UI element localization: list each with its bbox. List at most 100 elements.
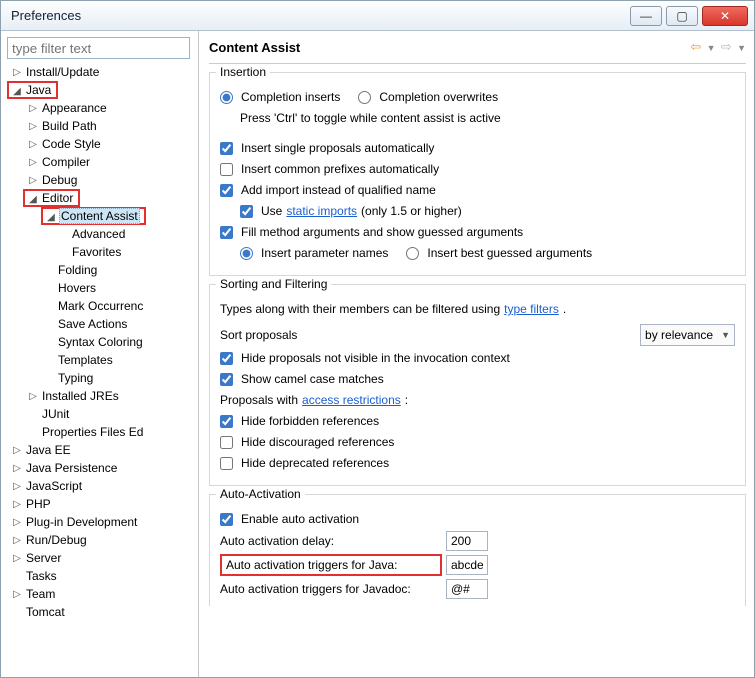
enable-auto-checkbox[interactable]	[220, 513, 233, 526]
access-restrictions-link[interactable]: access restrictions	[302, 393, 401, 407]
chevron-down-icon[interactable]: ◢	[11, 85, 23, 97]
tree-item-server[interactable]: Server	[25, 551, 62, 565]
static-imports-link[interactable]: static imports	[286, 204, 357, 218]
tree-item-typing[interactable]: Typing	[57, 371, 94, 385]
tree-item-templates[interactable]: Templates	[57, 353, 114, 367]
chevron-right-icon[interactable]: ▷	[27, 390, 39, 402]
enable-auto-label: Enable auto activation	[241, 512, 359, 526]
insert-single-checkbox[interactable]	[220, 142, 233, 155]
insert-single-label: Insert single proposals automatically	[241, 141, 434, 155]
chevron-right-icon[interactable]: ▷	[11, 462, 23, 474]
triggers-javadoc-input[interactable]	[446, 579, 488, 599]
show-camel-label: Show camel case matches	[241, 372, 384, 386]
chevron-right-icon[interactable]: ▷	[27, 174, 39, 186]
auto-delay-input[interactable]	[446, 531, 488, 551]
tree-item-team[interactable]: Team	[25, 587, 56, 601]
tree-item-install[interactable]: Install/Update	[25, 65, 100, 79]
tree-item-advanced[interactable]: Advanced	[71, 227, 126, 241]
hide-forbidden-checkbox[interactable]	[220, 415, 233, 428]
tree-item-debug[interactable]: Debug	[41, 173, 78, 187]
forward-icon[interactable]: ⇨	[721, 39, 732, 54]
chevron-right-icon[interactable]: ▷	[27, 156, 39, 168]
insert-best-guessed-label: Insert best guessed arguments	[427, 246, 592, 260]
auto-legend: Auto-Activation	[216, 487, 305, 501]
chevron-right-icon[interactable]: ▷	[27, 102, 39, 114]
insert-param-names-radio[interactable]	[240, 247, 253, 260]
hide-not-visible-checkbox[interactable]	[220, 352, 233, 365]
tree-item-mark-occurrences[interactable]: Mark Occurrenc	[57, 299, 144, 313]
forward-menu-icon[interactable]: ▼	[737, 43, 746, 53]
filter-input[interactable]	[7, 37, 190, 59]
auto-activation-group: Auto-Activation Enable auto activation A…	[209, 494, 746, 606]
toggle-hint: Press 'Ctrl' to toggle while content ass…	[240, 111, 501, 125]
triggers-java-label: Auto activation triggers for Java:	[226, 558, 436, 572]
hide-not-visible-label: Hide proposals not visible in the invoca…	[241, 351, 510, 365]
insertion-legend: Insertion	[216, 65, 270, 79]
maximize-button[interactable]: ▢	[666, 6, 698, 26]
tree-item-installed-jres[interactable]: Installed JREs	[41, 389, 120, 403]
tree-item-java[interactable]: Java	[25, 83, 52, 97]
tree-item-junit[interactable]: JUnit	[41, 407, 70, 421]
chevron-right-icon[interactable]: ▷	[11, 498, 23, 510]
chevron-right-icon[interactable]: ▷	[27, 138, 39, 150]
sort-proposals-combo[interactable]: by relevance ▼	[640, 324, 735, 346]
tree-item-favorites[interactable]: Favorites	[71, 245, 122, 259]
insert-best-guessed-radio[interactable]	[406, 247, 419, 260]
window-buttons: — ▢ ✕	[630, 6, 748, 26]
sort-proposals-label: Sort proposals	[220, 328, 297, 342]
tree-item-javascript[interactable]: JavaScript	[25, 479, 83, 493]
tree-item-save-actions[interactable]: Save Actions	[57, 317, 128, 331]
triggers-java-input[interactable]	[446, 555, 488, 575]
use-static-checkbox[interactable]	[240, 205, 253, 218]
preferences-tree[interactable]: ▷Install/Update ◢Java ▷Appearance ▷Build…	[7, 63, 196, 671]
add-import-checkbox[interactable]	[220, 184, 233, 197]
fill-method-checkbox[interactable]	[220, 226, 233, 239]
chevron-right-icon[interactable]: ▷	[11, 516, 23, 528]
hide-deprecated-checkbox[interactable]	[220, 457, 233, 470]
show-camel-checkbox[interactable]	[220, 373, 233, 386]
tree-item-content-assist[interactable]: Content Assist	[59, 208, 140, 224]
close-button[interactable]: ✕	[702, 6, 748, 26]
chevron-right-icon[interactable]: ▷	[11, 444, 23, 456]
sorting-legend: Sorting and Filtering	[216, 277, 331, 291]
hide-discouraged-label: Hide discouraged references	[241, 435, 394, 449]
chevron-right-icon[interactable]: ▷	[11, 480, 23, 492]
types-hint-pre: Types along with their members can be fi…	[220, 302, 500, 316]
type-filters-link[interactable]: type filters	[504, 302, 559, 316]
sort-proposals-value: by relevance	[645, 328, 713, 342]
tree-item-build-path[interactable]: Build Path	[41, 119, 98, 133]
chevron-right-icon[interactable]: ▷	[11, 534, 23, 546]
tree-item-tasks[interactable]: Tasks	[25, 569, 58, 583]
completion-overwrites-radio[interactable]	[358, 91, 371, 104]
insertion-group: Insertion Completion inserts Completion …	[209, 72, 746, 276]
tree-item-folding[interactable]: Folding	[57, 263, 98, 277]
chevron-right-icon[interactable]: ▷	[11, 552, 23, 564]
chevron-down-icon[interactable]: ◢	[27, 193, 39, 205]
chevron-down-icon[interactable]: ◢	[45, 211, 57, 223]
minimize-button[interactable]: —	[630, 6, 662, 26]
tree-item-run-debug[interactable]: Run/Debug	[25, 533, 88, 547]
back-menu-icon[interactable]: ▼	[707, 43, 716, 53]
tree-item-syntax-coloring[interactable]: Syntax Coloring	[57, 335, 144, 349]
tree-item-plugin-dev[interactable]: Plug-in Development	[25, 515, 138, 529]
hide-discouraged-checkbox[interactable]	[220, 436, 233, 449]
page-header: Content Assist ⇦ ▼ ⇨ ▼	[209, 37, 746, 64]
completion-inserts-radio[interactable]	[220, 91, 233, 104]
tree-item-compiler[interactable]: Compiler	[41, 155, 91, 169]
back-icon[interactable]: ⇦	[690, 39, 701, 54]
use-static-pre: Use	[261, 204, 282, 218]
tree-item-hovers[interactable]: Hovers	[57, 281, 97, 295]
tree-item-java-ee[interactable]: Java EE	[25, 443, 72, 457]
chevron-right-icon[interactable]: ▷	[11, 66, 23, 78]
tree-item-java-persistence[interactable]: Java Persistence	[25, 461, 118, 475]
chevron-right-icon[interactable]: ▷	[27, 120, 39, 132]
tree-item-tomcat[interactable]: Tomcat	[25, 605, 66, 619]
chevron-right-icon[interactable]: ▷	[11, 588, 23, 600]
tree-item-code-style[interactable]: Code Style	[41, 137, 102, 151]
tree-item-php[interactable]: PHP	[25, 497, 52, 511]
hide-deprecated-label: Hide deprecated references	[241, 456, 389, 470]
tree-item-properties-files[interactable]: Properties Files Ed	[41, 425, 144, 439]
tree-item-editor[interactable]: Editor	[41, 191, 74, 205]
tree-item-appearance[interactable]: Appearance	[41, 101, 108, 115]
insert-common-checkbox[interactable]	[220, 163, 233, 176]
